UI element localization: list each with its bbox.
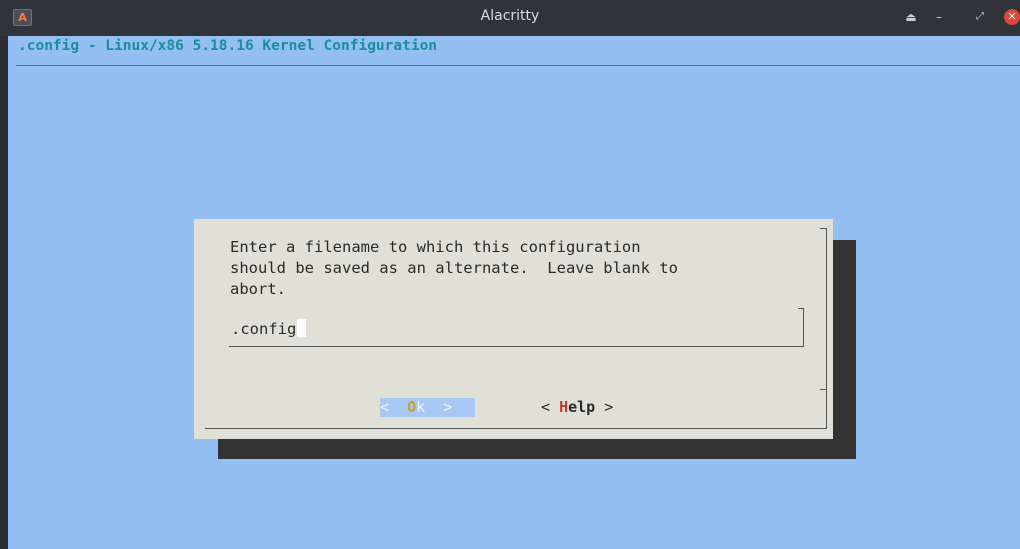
window-title: Alacritty (480, 8, 540, 24)
window-title-bar[interactable]: A Alacritty ⏏ – ⤢ ✕ (0, 0, 1020, 36)
dialog-border-corner (820, 228, 827, 229)
dialog-border (826, 228, 827, 429)
restore-icon[interactable]: ⤢ (971, 8, 989, 26)
filename-input-value[interactable]: .config (231, 320, 296, 338)
minimize-icon[interactable]: – (930, 8, 948, 26)
dialog-prompt: Enter a filename to which this configura… (230, 238, 678, 298)
help-button[interactable]: < Help > (541, 398, 613, 417)
help-hotkey: H (559, 398, 569, 416)
close-icon[interactable]: ✕ (1004, 9, 1020, 25)
dialog-border-bottom (205, 428, 827, 429)
config-heading: .config - Linux/x86 5.18.16 Kernel Confi… (18, 38, 438, 54)
ok-hotkey: O (407, 398, 417, 416)
filename-input[interactable]: .config (229, 308, 804, 347)
dialog-border-separator (820, 389, 827, 390)
eject-icon[interactable]: ⏏ (902, 8, 920, 26)
text-cursor (297, 319, 307, 337)
heading-divider (16, 65, 1020, 66)
save-as-dialog: Enter a filename to which this configura… (194, 219, 833, 439)
ok-button[interactable]: < Ok > (380, 398, 475, 417)
terminal-edge (0, 36, 8, 549)
